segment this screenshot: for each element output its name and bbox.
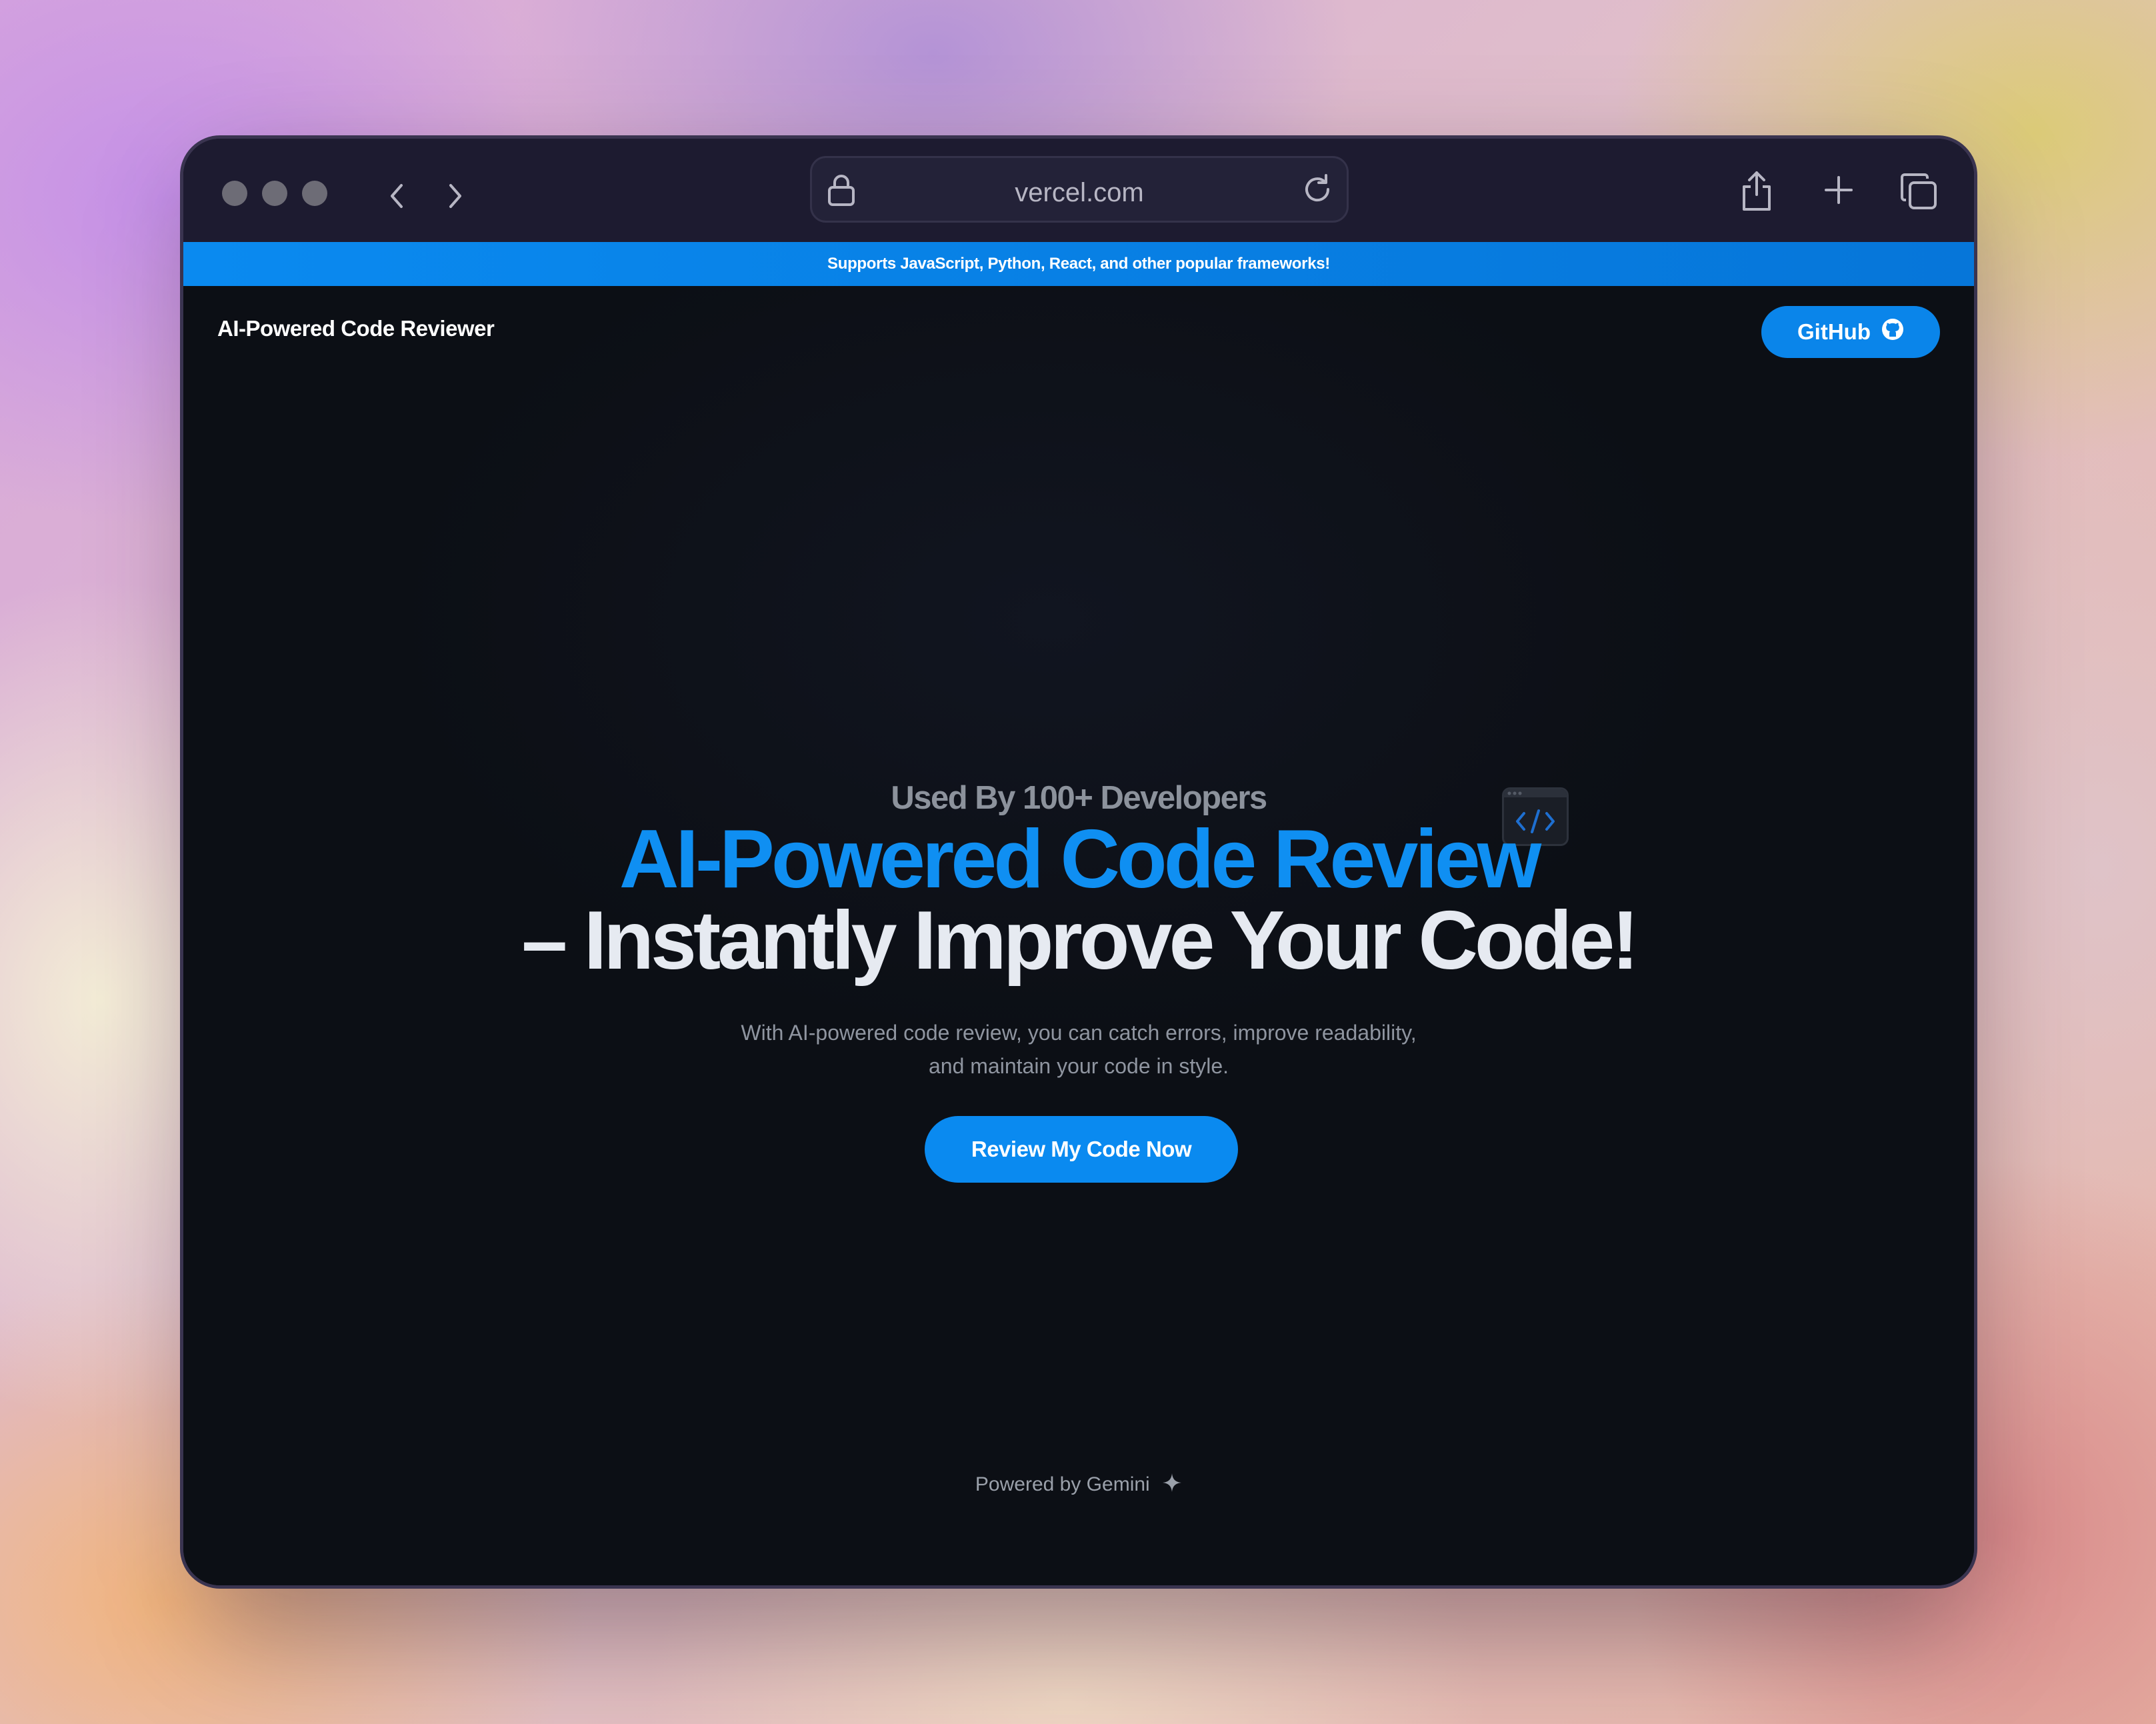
share-icon[interactable] [1740, 169, 1773, 215]
powered-by-text: Powered by Gemini [975, 1473, 1150, 1495]
reload-icon[interactable] [1301, 173, 1333, 209]
github-button[interactable]: GitHub [1761, 306, 1940, 358]
minimize-dot[interactable] [262, 181, 287, 206]
address-bar[interactable]: vercel.com [810, 156, 1349, 223]
review-code-button[interactable]: Review My Code Now [925, 1116, 1238, 1183]
url-text: vercel.com [1015, 178, 1144, 207]
hero-description: With AI-powered code review, you can cat… [183, 1016, 1974, 1083]
site-brand[interactable]: AI-Powered Code Reviewer [217, 316, 495, 341]
new-tab-icon[interactable] [1823, 175, 1854, 209]
page-content: AI-Powered Code Reviewer GitHub Used By … [183, 286, 1974, 1585]
browser-window: vercel.com Supports JavaScript, Python, … [180, 135, 1977, 1589]
github-label: GitHub [1797, 319, 1871, 344]
forward-icon[interactable] [435, 176, 475, 216]
browser-titlebar: vercel.com [183, 139, 1974, 242]
announcement-banner: Supports JavaScript, Python, React, and … [183, 242, 1974, 286]
zoom-dot[interactable] [302, 181, 327, 206]
hero-title-secondary: – Instantly Improve Your Code! [521, 895, 1639, 987]
tabs-overview-icon[interactable] [1899, 172, 1939, 215]
social-proof-tag: Used By 100+ Developers [891, 780, 1267, 816]
powered-by-footer: Powered by Gemini [183, 1473, 1974, 1498]
hero-description-line-2: and maintain your code in style. [928, 1054, 1229, 1078]
hero-title-primary: AI-Powered Code Review [619, 813, 1541, 905]
hero-description-line-1: With AI-powered code review, you can cat… [741, 1021, 1417, 1045]
back-icon[interactable] [377, 176, 417, 216]
close-dot[interactable] [222, 181, 247, 206]
github-icon [1881, 318, 1904, 346]
gemini-sparkle-icon [1162, 1473, 1182, 1498]
